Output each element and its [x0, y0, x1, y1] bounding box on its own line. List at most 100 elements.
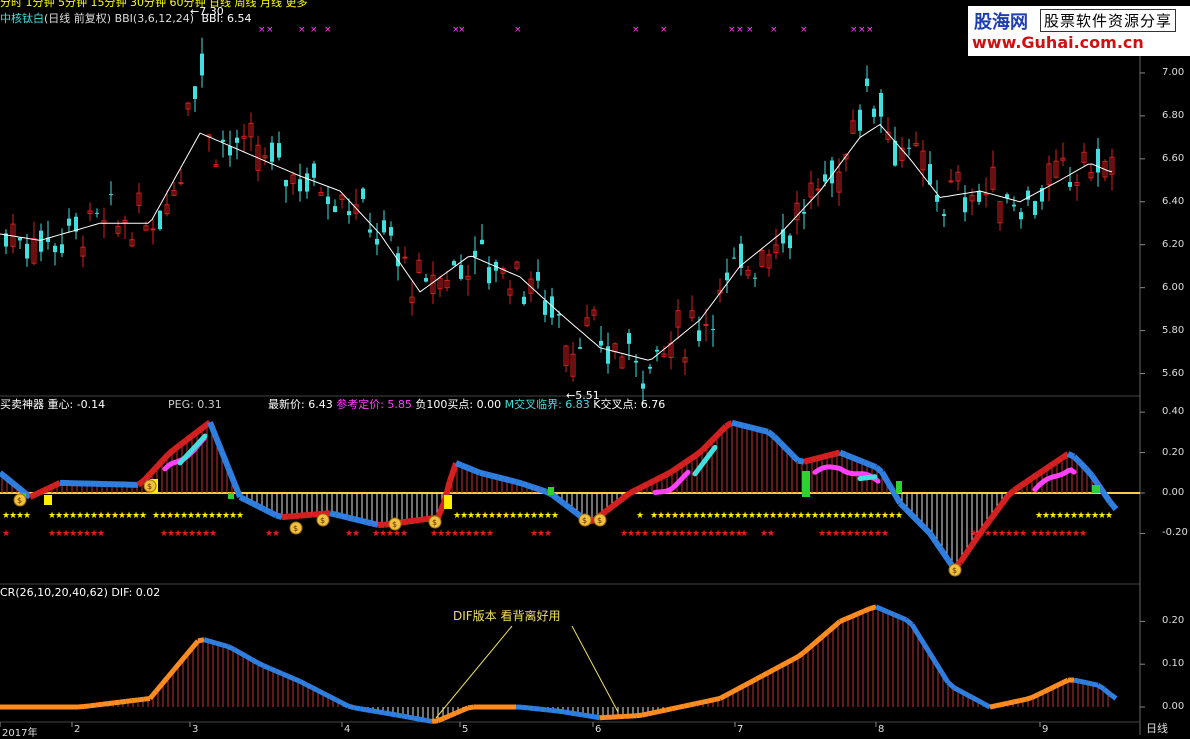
center-value: 重心: -0.14 [48, 398, 106, 411]
trend-segment [252, 503, 258, 506]
money-bag-label: $ [320, 516, 325, 525]
trend-segment [276, 515, 282, 517]
trend-segment [624, 493, 630, 498]
trend-segment [438, 503, 444, 518]
cr-segment [234, 649, 240, 652]
cr-segment [240, 653, 246, 656]
cr-segment [834, 621, 840, 626]
trend-segment [366, 522, 372, 523]
date-tick: 6 [595, 724, 601, 735]
trend-segment [930, 533, 936, 542]
candle-body [95, 213, 99, 214]
trend-segment [348, 518, 354, 519]
trend-segment [522, 484, 528, 486]
cr-segment [1086, 683, 1092, 684]
cr-segment [552, 710, 558, 711]
trend-segment [636, 487, 642, 490]
candle-body [277, 143, 281, 157]
cr-segment [396, 715, 402, 716]
cr-segment [432, 721, 438, 722]
red-star: ★ [1019, 529, 1027, 539]
candle-body [816, 189, 820, 190]
cr-segment [972, 697, 978, 700]
cr-segment [450, 713, 456, 716]
cr-segment [378, 712, 384, 713]
cr-segment [966, 694, 972, 697]
candle-body [53, 246, 57, 252]
logo-slogan: 股票软件资源分享 [1040, 9, 1176, 32]
red-star: ★ [97, 529, 105, 539]
candle-body [536, 272, 540, 281]
candle-body [802, 212, 806, 214]
cr-segment [258, 663, 264, 666]
annotation-arrow-left [436, 626, 512, 718]
cr-segment [792, 657, 798, 660]
trend-segment [1110, 502, 1116, 509]
cr-segment [636, 715, 642, 716]
trend-segment [342, 516, 348, 517]
cr-segment [132, 700, 138, 701]
trend-segment [822, 456, 828, 458]
signal-mark: × [728, 25, 736, 35]
cr-segment [300, 681, 306, 684]
cr-segment [930, 654, 936, 664]
cr-segment [1074, 680, 1080, 681]
trend-segment [990, 512, 996, 520]
cr-segment [528, 708, 534, 709]
cr-segment [786, 660, 792, 663]
trend-segment [840, 453, 846, 455]
candle-body [865, 79, 869, 86]
candle-body [333, 206, 337, 212]
trend-segment [894, 493, 900, 503]
trend-segment [570, 508, 576, 513]
mid-header: 买卖神器 重心: -0.14 [0, 398, 105, 411]
cr-segment [684, 705, 690, 706]
candle-body [781, 229, 785, 243]
candle-body [67, 219, 71, 226]
trend-segment [330, 513, 336, 514]
cr-segment [642, 714, 648, 715]
candle-body [858, 110, 862, 131]
mid-tick: 0.00 [1162, 487, 1184, 498]
cr-segment [714, 698, 720, 699]
trend-segment [558, 499, 564, 504]
money-bag-label: $ [582, 516, 587, 525]
trend-segment [30, 494, 36, 497]
mid-tick: 0.20 [1162, 447, 1184, 458]
trend-segment [1002, 496, 1008, 504]
candle-body [375, 239, 379, 245]
trend-segment [708, 438, 714, 444]
candle-body [753, 278, 757, 279]
period-corner[interactable]: 日线 [1146, 722, 1168, 735]
trend-segment [1074, 457, 1080, 463]
cr-segment [288, 676, 294, 679]
trend-segment [156, 461, 162, 467]
cr-segment [522, 707, 528, 708]
trend-segment [408, 521, 414, 522]
trend-segment [1068, 454, 1074, 457]
mid-tick: 0.40 [1162, 406, 1184, 417]
cr-segment [960, 691, 966, 694]
trend-segment [792, 455, 798, 461]
candle-body [228, 146, 232, 155]
trend-segment [474, 470, 480, 472]
candle-body [151, 229, 155, 230]
trend-segment [726, 423, 732, 427]
cr-tick: 0.10 [1162, 658, 1184, 669]
cr-segment [564, 712, 570, 713]
candle-body [60, 244, 64, 253]
candle-body [1033, 201, 1037, 215]
cr-segment [954, 688, 960, 691]
cr-segment [888, 612, 894, 615]
trend-segment [480, 473, 486, 475]
guhai-logo: 股海网 股票软件资源分享 www.Guhai.com.cn [968, 6, 1190, 56]
cr-segment [1104, 689, 1110, 694]
cr-tick: 0.00 [1162, 701, 1184, 712]
cr-segment [558, 711, 564, 712]
trend-segment [372, 523, 378, 524]
red-star: ★ [544, 529, 552, 539]
trend-segment [210, 422, 216, 437]
cyan-curve [860, 477, 875, 479]
cr-segment [270, 668, 276, 671]
signal-mark: × [746, 25, 754, 35]
